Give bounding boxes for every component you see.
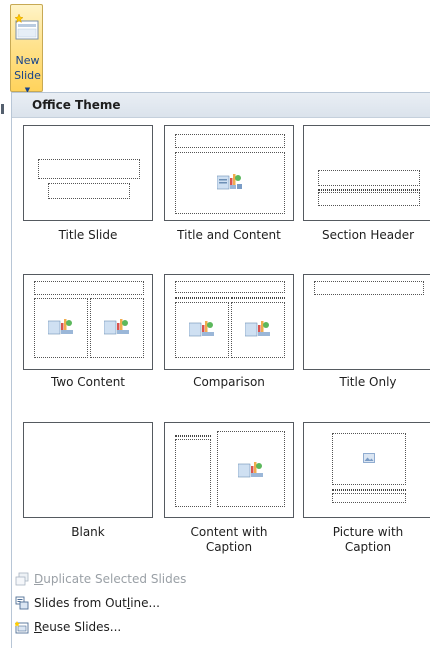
layout-gallery-menu: Office Theme Title Slide Title and Conte… bbox=[11, 92, 430, 648]
content-placeholder-icon bbox=[48, 319, 73, 335]
gallery-section-header: Office Theme bbox=[12, 93, 430, 118]
layout-label: Two Content bbox=[50, 375, 126, 389]
layout-label-line2: Caption bbox=[205, 540, 253, 554]
layout-label: Comparison bbox=[193, 375, 265, 389]
layout-label: Picture with bbox=[332, 525, 404, 539]
layout-label-line2: Caption bbox=[344, 540, 392, 554]
layout-thumbnail bbox=[164, 274, 294, 370]
content-placeholder-icon bbox=[238, 462, 263, 478]
layout-label: Section Header bbox=[321, 228, 415, 242]
new-slide-button[interactable]: New Slide ▼ bbox=[10, 4, 43, 94]
slides-from-outline-command[interactable]: Slides from Outline... bbox=[12, 593, 430, 615]
command-label: Duplicate Selected Slides bbox=[34, 572, 187, 586]
reuse-slides-icon bbox=[15, 621, 29, 634]
layout-label: Blank bbox=[71, 525, 105, 539]
layout-thumbnail bbox=[164, 125, 294, 221]
layout-thumbnail bbox=[303, 125, 430, 221]
layout-label: Title Slide bbox=[58, 228, 118, 242]
content-placeholder-icon bbox=[104, 319, 129, 335]
layout-thumbnail bbox=[23, 125, 153, 221]
new-slide-icon bbox=[15, 13, 39, 40]
picture-placeholder-icon bbox=[363, 453, 375, 463]
content-placeholder-icon bbox=[217, 174, 242, 190]
content-placeholder-icon bbox=[245, 321, 270, 337]
layout-thumbnail bbox=[23, 274, 153, 370]
layout-thumbnail bbox=[23, 422, 153, 518]
layout-label: Content with bbox=[190, 525, 268, 539]
content-placeholder-icon bbox=[189, 321, 214, 337]
command-label: Slides from Outline... bbox=[34, 596, 160, 610]
layout-label: Title and Content bbox=[177, 228, 281, 242]
ribbon-edge bbox=[1, 104, 4, 114]
layout-thumbnail bbox=[303, 274, 430, 370]
duplicate-slides-icon bbox=[15, 572, 29, 586]
layout-label: Title Only bbox=[339, 375, 397, 389]
new-slide-label: Slide bbox=[14, 69, 41, 82]
layout-thumbnail bbox=[303, 422, 430, 518]
command-label: Reuse Slides... bbox=[34, 620, 122, 634]
reuse-slides-command[interactable]: Reuse Slides... bbox=[12, 617, 430, 639]
new-slide-label-line1: New bbox=[15, 54, 40, 67]
layout-thumbnail bbox=[164, 422, 294, 518]
duplicate-selected-slides-command[interactable]: Duplicate Selected Slides bbox=[12, 569, 430, 591]
slides-from-outline-icon bbox=[15, 596, 29, 610]
